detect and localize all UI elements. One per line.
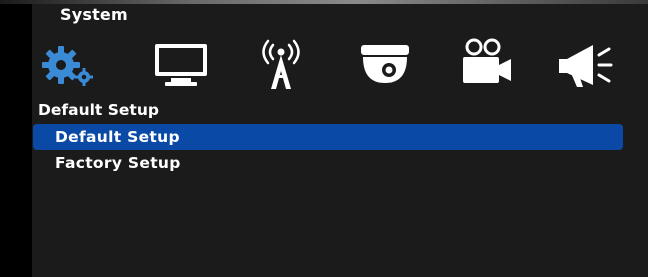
setup-options-list: Default Setup Factory Setup: [33, 124, 623, 176]
antenna-tower-icon[interactable]: [246, 34, 316, 92]
section-label: Default Setup: [38, 101, 159, 119]
list-item-factory-setup[interactable]: Factory Setup: [33, 150, 623, 176]
list-item-label: Default Setup: [55, 128, 180, 146]
system-gear-icon[interactable]: [38, 34, 108, 92]
megaphone-icon[interactable]: [550, 34, 620, 92]
list-item-label: Factory Setup: [55, 154, 181, 172]
monitor-icon[interactable]: [146, 34, 216, 92]
category-icon-bar: [38, 34, 628, 92]
menu-title: System: [60, 5, 128, 24]
dvr-screen: System Default Setup Default Setup Facto…: [0, 0, 648, 277]
dome-camera-icon[interactable]: [350, 34, 420, 92]
list-item-default-setup[interactable]: Default Setup: [33, 124, 623, 150]
video-camera-icon[interactable]: [450, 34, 520, 92]
